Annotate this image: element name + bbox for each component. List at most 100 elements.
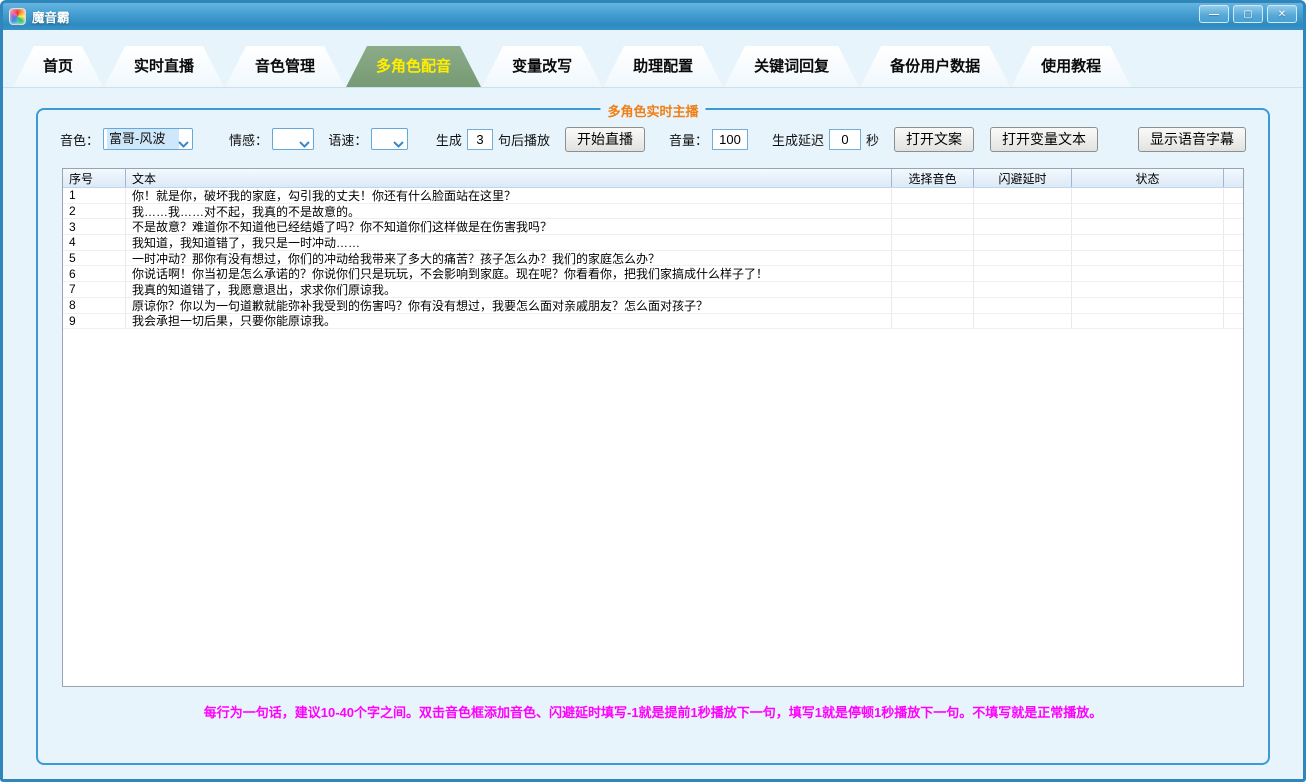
voice-label: 音色： bbox=[60, 130, 99, 149]
groupbox-title: 多角色实时主播 bbox=[600, 101, 705, 120]
cell-status bbox=[1071, 266, 1223, 281]
cell-text: 我……我……对不起，我真的不是故意的。 bbox=[125, 204, 891, 219]
column-header-闪避延时[interactable]: 闪避延时 bbox=[973, 169, 1071, 187]
open-script-button[interactable]: 打开文案 bbox=[894, 127, 974, 152]
cell-filler bbox=[1223, 282, 1243, 297]
cell-voice[interactable] bbox=[891, 204, 973, 219]
table-row[interactable]: 2我……我……对不起，我真的不是故意的。 bbox=[63, 204, 1243, 220]
cell-status bbox=[1071, 251, 1223, 266]
cell-voice[interactable] bbox=[891, 235, 973, 250]
column-header-filler bbox=[1223, 169, 1243, 187]
tab-多角色配音[interactable]: 多角色配音 bbox=[346, 46, 481, 87]
voice-select-value: 富哥-风波 bbox=[107, 129, 179, 149]
table-row[interactable]: 7我真的知道错了，我愿意退出，求求你们原谅我。 bbox=[63, 282, 1243, 298]
cell-index: 2 bbox=[63, 204, 125, 219]
tab-实时直播[interactable]: 实时直播 bbox=[104, 46, 224, 87]
speed-label: 语速： bbox=[328, 130, 367, 149]
cell-dodge-delay[interactable] bbox=[973, 188, 1071, 203]
cell-index: 3 bbox=[63, 219, 125, 234]
cell-voice[interactable] bbox=[891, 266, 973, 281]
table-row[interactable]: 8原谅你？你以为一句道歉就能弥补我受到的伤害吗？你有没有想过，我要怎么面对亲戚朋… bbox=[63, 298, 1243, 314]
cell-index: 1 bbox=[63, 188, 125, 203]
app-icon bbox=[9, 8, 26, 25]
generate-suffix-label: 句后播放 bbox=[498, 130, 550, 149]
table-row[interactable]: 9我会承担一切后果，只要你能原谅我。 bbox=[63, 314, 1243, 330]
cell-dodge-delay[interactable] bbox=[973, 251, 1071, 266]
cell-text: 我真的知道错了，我愿意退出，求求你们原谅我。 bbox=[125, 282, 891, 297]
window-title: 魔音霸 bbox=[32, 7, 70, 26]
tab-备份用户数据[interactable]: 备份用户数据 bbox=[860, 46, 1010, 87]
delay-input[interactable] bbox=[829, 129, 861, 150]
tab-变量改写[interactable]: 变量改写 bbox=[482, 46, 602, 87]
usage-hint: 每行为一句话，建议10-40个字之间。双击音色框添加音色、闪避延时填写-1就是提… bbox=[38, 702, 1268, 721]
cell-dodge-delay[interactable] bbox=[973, 282, 1071, 297]
cell-filler bbox=[1223, 266, 1243, 281]
cell-dodge-delay[interactable] bbox=[973, 298, 1071, 313]
cell-text: 一时冲动？那你有没有想过，你们的冲动给我带来了多大的痛苦？孩子怎么办？我们的家庭… bbox=[125, 251, 891, 266]
cell-status bbox=[1071, 314, 1223, 329]
close-icon[interactable]: ✕ bbox=[1267, 5, 1297, 23]
table-body: 1你！就是你，破坏我的家庭，勾引我的丈夫！你还有什么脸面站在这里？2我……我……… bbox=[63, 188, 1243, 686]
table-row[interactable]: 4我知道，我知道错了，我只是一时冲动…… bbox=[63, 235, 1243, 251]
cell-index: 7 bbox=[63, 282, 125, 297]
tab-page: 多角色实时主播 音色： 富哥-风波 情感： 语速： 生成 bbox=[3, 89, 1303, 779]
speed-select[interactable] bbox=[371, 128, 408, 150]
cell-dodge-delay[interactable] bbox=[973, 235, 1071, 250]
cell-text: 你说话啊！你当初是怎么承诺的？你说你们只是玩玩，不会影响到家庭。现在呢？你看看你… bbox=[125, 266, 891, 281]
cell-dodge-delay[interactable] bbox=[973, 266, 1071, 281]
cell-filler bbox=[1223, 204, 1243, 219]
tab-使用教程[interactable]: 使用教程 bbox=[1011, 46, 1131, 87]
table-row[interactable]: 6你说话啊！你当初是怎么承诺的？你说你们只是玩玩，不会影响到家庭。现在呢？你看看… bbox=[63, 266, 1243, 282]
multi-role-groupbox: 多角色实时主播 音色： 富哥-风波 情感： 语速： 生成 bbox=[36, 108, 1270, 765]
maximize-icon[interactable]: ▢ bbox=[1233, 5, 1263, 23]
table-row[interactable]: 5一时冲动？那你有没有想过，你们的冲动给我带来了多大的痛苦？孩子怎么办？我们的家… bbox=[63, 251, 1243, 267]
delay-prefix-label: 生成延迟 bbox=[772, 130, 824, 149]
cell-text: 你！就是你，破坏我的家庭，勾引我的丈夫！你还有什么脸面站在这里？ bbox=[125, 188, 891, 203]
cell-index: 9 bbox=[63, 314, 125, 329]
table-row[interactable]: 3不是故意？难道你不知道他已经结婚了吗？你不知道你们这样做是在伤害我吗？ bbox=[63, 219, 1243, 235]
chevron-down-icon bbox=[178, 136, 189, 151]
open-variable-button[interactable]: 打开变量文本 bbox=[990, 127, 1098, 152]
column-header-文本[interactable]: 文本 bbox=[125, 169, 891, 187]
volume-input[interactable] bbox=[712, 129, 748, 150]
cell-status bbox=[1071, 282, 1223, 297]
cell-voice[interactable] bbox=[891, 282, 973, 297]
column-header-选择音色[interactable]: 选择音色 bbox=[891, 169, 973, 187]
cell-voice[interactable] bbox=[891, 314, 973, 329]
cell-index: 8 bbox=[63, 298, 125, 313]
cell-voice[interactable] bbox=[891, 188, 973, 203]
script-table[interactable]: 序号文本选择音色闪避延时状态 1你！就是你，破坏我的家庭，勾引我的丈夫！你还有什… bbox=[62, 168, 1244, 687]
cell-filler bbox=[1223, 219, 1243, 234]
cell-status bbox=[1071, 235, 1223, 250]
cell-index: 5 bbox=[63, 251, 125, 266]
show-subtitle-button[interactable]: 显示语音字幕 bbox=[1138, 127, 1246, 152]
cell-dodge-delay[interactable] bbox=[973, 314, 1071, 329]
cell-text: 不是故意？难道你不知道他已经结婚了吗？你不知道你们这样做是在伤害我吗？ bbox=[125, 219, 891, 234]
cell-status bbox=[1071, 219, 1223, 234]
cell-filler bbox=[1223, 235, 1243, 250]
voice-select[interactable]: 富哥-风波 bbox=[103, 128, 193, 150]
tab-关键词回复[interactable]: 关键词回复 bbox=[724, 46, 859, 87]
tab-助理配置[interactable]: 助理配置 bbox=[603, 46, 723, 87]
column-header-序号[interactable]: 序号 bbox=[63, 169, 125, 187]
cell-dodge-delay[interactable] bbox=[973, 204, 1071, 219]
cell-voice[interactable] bbox=[891, 219, 973, 234]
table-header: 序号文本选择音色闪避延时状态 bbox=[63, 169, 1243, 188]
generate-count-input[interactable] bbox=[467, 129, 493, 150]
start-live-button[interactable]: 开始直播 bbox=[565, 127, 645, 152]
column-header-状态[interactable]: 状态 bbox=[1071, 169, 1223, 187]
tab-首页[interactable]: 首页 bbox=[13, 46, 103, 87]
tab-音色管理[interactable]: 音色管理 bbox=[225, 46, 345, 87]
toolbar: 音色： 富哥-风波 情感： 语速： 生成 句后播放 开始 bbox=[60, 126, 1246, 152]
cell-filler bbox=[1223, 251, 1243, 266]
cell-voice[interactable] bbox=[891, 298, 973, 313]
table-row[interactable]: 1你！就是你，破坏我的家庭，勾引我的丈夫！你还有什么脸面站在这里？ bbox=[63, 188, 1243, 204]
minimize-icon[interactable]: — bbox=[1199, 5, 1229, 23]
title-bar: 魔音霸 — ▢ ✕ bbox=[3, 3, 1303, 30]
chevron-down-icon bbox=[299, 136, 310, 151]
volume-label: 音量： bbox=[669, 130, 708, 149]
cell-filler bbox=[1223, 188, 1243, 203]
cell-dodge-delay[interactable] bbox=[973, 219, 1071, 234]
emotion-select[interactable] bbox=[272, 128, 314, 150]
cell-voice[interactable] bbox=[891, 251, 973, 266]
